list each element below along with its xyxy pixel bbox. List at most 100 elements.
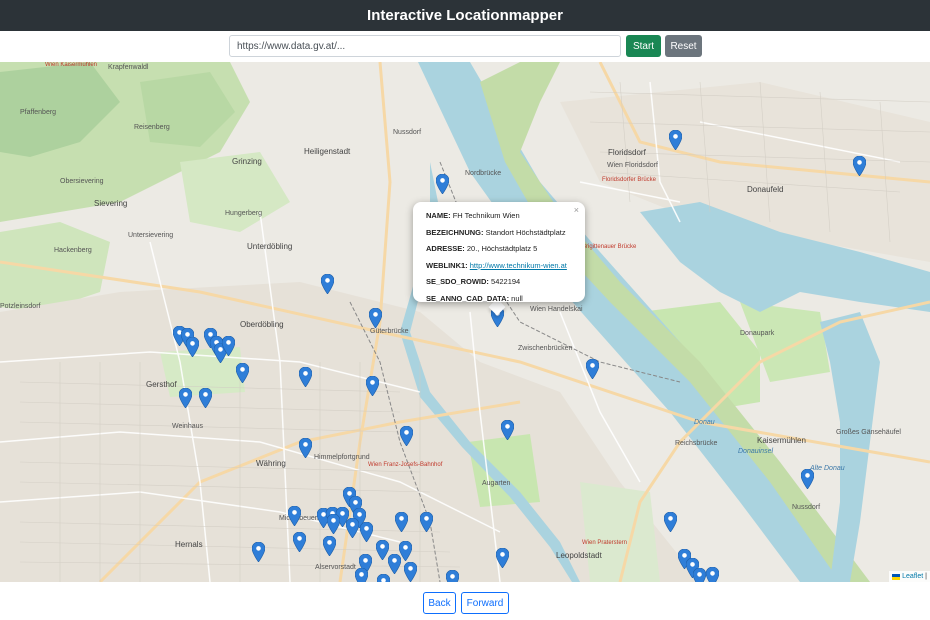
location-marker-icon[interactable] [251,541,266,563]
location-marker-icon[interactable] [185,336,200,358]
map-label: Hungerberg [225,210,262,217]
location-marker-icon[interactable] [500,419,515,441]
map-label: Floridsdorf [608,148,646,157]
map-label: Zwischenbrücken [518,345,573,352]
map-label: Wien Kaisermühlen [45,62,98,68]
map-label: Güterbrücke [370,328,409,335]
location-marker-icon[interactable] [495,547,510,569]
location-marker-icon[interactable] [419,511,434,533]
map-label: Alservorstadt [315,564,356,571]
map-label: Wien Handelskai [530,306,583,313]
reset-button[interactable]: Reset [665,35,702,57]
map-label: Floridsdorfer Brücke [602,177,657,183]
location-marker-icon[interactable] [852,155,867,177]
app-title-bar: Interactive Locationmapper [0,0,930,31]
location-marker-icon[interactable] [365,375,380,397]
map-tiles [0,62,930,582]
map-label: Augarten [482,480,511,487]
location-marker-icon[interactable] [403,561,418,582]
back-button[interactable]: Back [423,592,456,614]
map-label: Untersievering [128,232,174,239]
location-marker-icon[interactable] [387,553,402,575]
location-marker-icon[interactable] [663,511,678,533]
location-marker-icon[interactable] [394,511,409,533]
map-label: Kaisermühlen [757,436,806,445]
toolbar: Start Reset [0,31,930,62]
map-label: Donaupark [740,330,775,337]
location-marker-icon[interactable] [326,513,341,535]
map-label: Himmelpfortgrund [314,454,370,461]
location-marker-icon[interactable] [320,273,335,295]
map-label: Großes Gänsehäufel [836,429,901,436]
map-label: Donau [694,419,715,426]
url-input[interactable] [229,35,621,57]
map-label: Pfaffenberg [20,109,57,116]
location-marker-icon[interactable] [345,517,360,539]
popup-close-icon[interactable]: × [574,205,579,215]
location-marker-icon[interactable] [198,387,213,409]
map-label: Nussdorf [393,129,422,136]
location-marker-icon[interactable] [322,535,337,557]
location-popup: × NAME: FH Technikum Wien BEZEICHNUNG: S… [413,202,585,303]
map-label: Oberdöbling [240,320,284,329]
location-marker-icon[interactable] [292,531,307,553]
map-label: Sievering [94,199,128,208]
map-label: Leopoldstadt [556,551,602,560]
location-marker-icon[interactable] [368,307,383,329]
map-label: Hernals [175,540,203,549]
map-label: Grinzing [232,157,262,166]
map-label: Donaufeld [747,185,784,194]
map-view[interactable]: Krapfenwaldl Reisenberg Pfaffenberg Grinzin… [0,62,930,582]
popup-row-anno: SE_ANNO_CAD_DATA: null [426,293,523,303]
map-label: Wien Franz-Josefs-Bahnhof [368,462,443,468]
map-label: Währing [256,459,286,468]
location-marker-icon[interactable] [435,173,450,195]
location-marker-icon[interactable] [221,335,236,357]
map-label: Weinhaus [172,423,204,430]
forward-button[interactable]: Forward [461,592,509,614]
map-label: Reisenberg [134,124,170,131]
location-marker-icon[interactable] [298,366,313,388]
location-marker-icon[interactable] [376,573,391,582]
map-label: Alte Donau [810,465,845,472]
map-label: Krapfenwaldl [108,64,149,71]
map-label: Nussdorf [792,504,821,511]
map-attribution: Leaflet | [889,571,930,582]
location-marker-icon[interactable] [692,567,707,582]
app-title: Interactive Locationmapper [367,7,563,24]
location-marker-icon[interactable] [178,387,193,409]
popup-row-bezeichnung: BEZEICHNUNG: Standort Höchstädtplatz [426,227,566,237]
location-marker-icon[interactable] [585,358,600,380]
popup-row-adresse: ADRESSE: 20., Höchstädtplatz 5 [426,244,538,253]
location-marker-icon[interactable] [298,437,313,459]
map-label: Potzleinsdorf [0,303,41,310]
start-button[interactable]: Start [626,35,661,57]
popup-row-rowid: SE_SDO_ROWID: 5422194 [426,277,521,286]
footer: Back Forward [0,582,930,620]
map-label: Brigittenauer Brücke [582,244,637,250]
map-label: Reichsbrücke [675,440,718,447]
location-marker-icon[interactable] [668,129,683,151]
location-marker-icon[interactable] [235,362,250,384]
popup-row-weblink: WEBLINK1: http://www.technikum-wien.at [426,260,567,270]
leaflet-link[interactable]: Leaflet [902,573,923,580]
location-marker-icon[interactable] [399,425,414,447]
map-label: Heiligenstadt [304,147,351,156]
map-label: Nordbrücke [465,170,502,177]
map-label: Unterdöbling [247,242,293,251]
location-marker-icon[interactable] [445,569,460,582]
map-label: Obersievering [60,178,104,185]
location-marker-icon[interactable] [705,566,720,582]
location-marker-icon[interactable] [287,505,302,527]
map-label: Hackenberg [54,247,92,254]
popup-weblink[interactable]: http://www.technikum-wien.at [470,261,567,270]
map-label: Wien Floridsdorf [607,162,658,169]
ukraine-flag-icon [892,573,901,580]
map-label: Donauinsel [738,448,774,455]
location-marker-icon[interactable] [354,567,369,582]
popup-row-name: NAME: FH Technikum Wien [426,211,520,220]
map-label: Gersthof [146,380,177,389]
location-marker-icon[interactable] [359,521,374,543]
map-label: Wien Praterstern [582,540,628,546]
location-marker-icon[interactable] [800,468,815,490]
